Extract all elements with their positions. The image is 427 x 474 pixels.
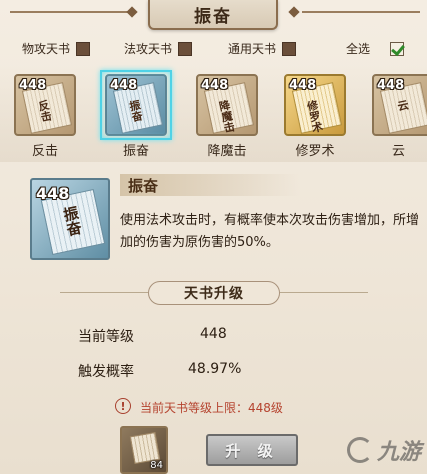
filter-magic-books[interactable]: 法攻天书 xyxy=(124,40,193,57)
book-description: 使用法术攻击时，有概率使本次攻击伤害增加，所增加的伤害为原伤害的50%。 xyxy=(120,213,420,250)
current-level-value: 448 xyxy=(200,326,227,342)
book-card-cloud[interactable]: 云 448 xyxy=(372,74,427,136)
checkbox-icon[interactable] xyxy=(76,41,91,56)
checkbox-icon[interactable] xyxy=(178,41,193,56)
page-title: 振奋 xyxy=(148,0,278,30)
watermark-text: 九游 xyxy=(376,440,421,465)
logo-icon xyxy=(346,437,373,463)
item-count: 84 xyxy=(150,460,163,471)
book-card-counter[interactable]: 反击 448 xyxy=(14,74,76,136)
filter-label: 通用天书 xyxy=(228,42,277,56)
selected-book-icon: 振奋 448 xyxy=(30,178,110,260)
banner-diamond-right xyxy=(288,6,300,18)
book-card-demon-strike[interactable]: 降魔击 448 xyxy=(196,74,258,136)
book-name: 振奋 xyxy=(122,144,149,159)
book-level: 448 xyxy=(19,78,47,93)
level-cap-warning: 当前天书等级上限：448级 xyxy=(140,401,283,415)
filter-label: 法攻天书 xyxy=(124,42,173,56)
upgrade-material-item[interactable]: 84 xyxy=(120,426,168,474)
book-name: 云 xyxy=(392,144,406,159)
filter-label: 全选 xyxy=(346,42,371,56)
upgrade-section-heading: 天书升级 xyxy=(148,281,280,305)
filter-select-all[interactable]: 全选 xyxy=(346,40,405,57)
filter-general-books[interactable]: 通用天书 xyxy=(228,40,297,57)
filter-label: 物攻天书 xyxy=(22,42,71,56)
divider xyxy=(280,292,368,293)
selected-book-name: 振奋 xyxy=(120,174,300,196)
book-name: 降魔击 xyxy=(207,144,247,159)
book-level: 448 xyxy=(36,184,70,203)
warning-icon: ! xyxy=(115,398,131,414)
book-level: 448 xyxy=(377,78,405,93)
current-level-label: 当前等级 xyxy=(78,329,134,345)
checkbox-checked-icon[interactable] xyxy=(390,41,405,56)
banner-line-left xyxy=(10,11,128,13)
upgrade-button[interactable]: 升 级 xyxy=(206,434,298,466)
watermark: 九游 xyxy=(346,434,421,466)
filter-physical-books[interactable]: 物攻天书 xyxy=(22,40,91,57)
trigger-rate-label: 触发概率 xyxy=(78,364,134,380)
checkbox-icon[interactable] xyxy=(282,41,297,56)
trigger-rate-value: 48.97% xyxy=(188,361,242,377)
book-name: 修罗术 xyxy=(295,144,335,159)
book-card-asura[interactable]: 修罗术 448 xyxy=(284,74,346,136)
selection-frame xyxy=(100,70,172,140)
talent-book-panel: 振奋 物攻天书 法攻天书 通用天书 全选 反击 448 反击 振奋 448 振奋… xyxy=(0,0,427,474)
banner-line-right xyxy=(302,11,420,13)
book-level: 448 xyxy=(201,78,229,93)
divider xyxy=(60,292,148,293)
book-level: 448 xyxy=(289,78,317,93)
book-name: 反击 xyxy=(31,144,58,159)
banner-diamond-left xyxy=(126,6,138,18)
